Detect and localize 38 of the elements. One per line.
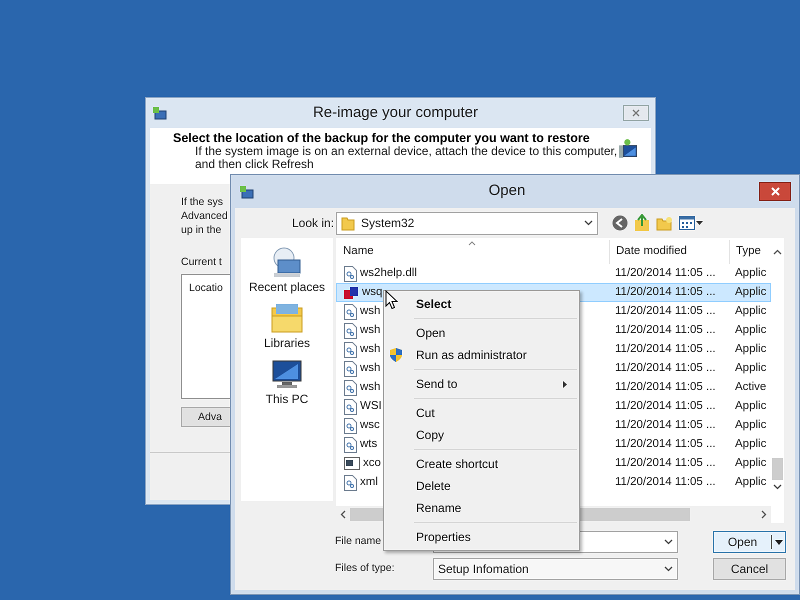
type-cell-text: Applic xyxy=(734,266,768,281)
type-cell-text: Applic xyxy=(734,304,768,319)
body-text: up in the xyxy=(181,223,222,237)
heading-text: Select the location of the backup for the computer you want to restore xyxy=(173,132,590,145)
instruction-text: and then click Refresh xyxy=(194,158,314,171)
look-in-label: Look in: xyxy=(292,215,336,232)
type-cell: Applic xyxy=(729,283,771,302)
type-cell-text: Applic xyxy=(734,398,768,414)
body-text: Advanced xyxy=(181,209,228,223)
date-cell-text: 11/20/2014 11:05 ... xyxy=(614,360,717,376)
look-in-value: System32 xyxy=(361,215,416,232)
date-cell-text: 11/20/2014 11:05 ... xyxy=(614,418,717,433)
files-of-type-label: Files of type: xyxy=(335,561,396,576)
file-type-value: Setup Infomation xyxy=(438,561,530,578)
type-cell-text: Applic xyxy=(734,474,768,490)
column-header: Locatio xyxy=(189,282,223,294)
date-cell: 11/20/2014 11:05 ... xyxy=(609,283,729,302)
date-cell-text: 11/20/2014 11:05 ... xyxy=(614,456,717,471)
date-cell-text: 11/20/2014 11:05 ... xyxy=(614,322,717,338)
window-title: Open xyxy=(488,181,526,202)
instruction-text: If the system image is on an external device, attach the device to this computer, xyxy=(194,145,618,158)
type-cell-text: Active xyxy=(734,380,768,395)
date-cell-text: 11/20/2014 11:05 ... xyxy=(614,304,717,319)
date-cell-text: 11/20/2014 11:05 ... xyxy=(614,474,717,490)
type-cell-text: Applic xyxy=(734,322,768,338)
type-cell-text: Applic xyxy=(734,456,768,471)
window-title: Re-image your computer xyxy=(312,102,478,123)
type-cell-text: Applic xyxy=(734,436,768,452)
date-cell-text: 11/20/2014 11:05 ... xyxy=(614,342,717,357)
type-cell-text: Applic xyxy=(734,360,768,376)
date-cell-text: 11/20/2014 11:05 ... xyxy=(614,436,717,452)
type-cell-text: Applic xyxy=(734,418,768,433)
section-label: Current t xyxy=(181,255,222,269)
date-cell-text: 11/20/2014 11:05 ... xyxy=(614,380,717,395)
date-cell-text: 11/20/2014 11:05 ... xyxy=(614,398,717,414)
type-cell-text: Applic xyxy=(734,342,768,357)
date-cell-text: 11/20/2014 11:05 ... xyxy=(614,266,717,281)
body-text: If the sys xyxy=(181,195,224,209)
